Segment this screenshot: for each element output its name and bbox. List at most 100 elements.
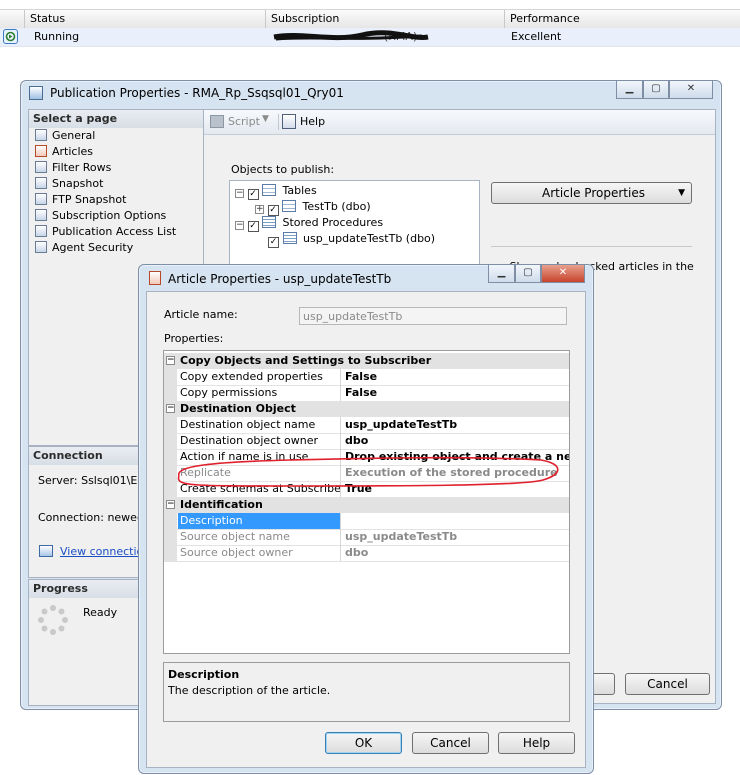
performance-cell: Excellent	[511, 30, 562, 43]
article-window-titlebar[interactable]: Article Properties - usp_updateTestTb ▁ …	[139, 265, 593, 289]
column-header-subscription[interactable]: Subscription	[265, 10, 506, 28]
help-toolbar-button[interactable]: Help	[300, 115, 325, 128]
page-publication-access-list[interactable]: Publication Access List	[35, 224, 176, 240]
property-value[interactable]	[341, 513, 569, 529]
category-label: Identification	[180, 498, 263, 511]
article-properties-window: Article Properties - usp_updateTestTb ▁ …	[138, 264, 594, 774]
script-dropdown-icon[interactable]: ▼	[262, 114, 269, 124]
property-row[interactable]: Destination object owner dbo	[164, 433, 569, 450]
property-value[interactable]: False	[341, 369, 569, 385]
page-agent-security[interactable]: Agent Security	[35, 240, 133, 256]
tree-node-tables[interactable]: − ✓ Tables	[235, 184, 317, 200]
tree-label: Tables	[282, 184, 317, 197]
column-header-performance[interactable]: Performance	[504, 10, 740, 28]
maximize-button[interactable]: ▢	[643, 81, 669, 99]
page-general[interactable]: General	[35, 128, 95, 144]
page-articles[interactable]: Articles	[35, 144, 93, 160]
cancel-button[interactable]: Cancel	[625, 673, 710, 695]
close-button[interactable]: ✕	[541, 265, 585, 283]
article-icon	[149, 271, 161, 285]
page-label: Snapshot	[52, 177, 104, 190]
ftp-icon	[35, 193, 47, 205]
page-ftp-snapshot[interactable]: FTP Snapshot	[35, 192, 126, 208]
collapse-icon[interactable]: −	[235, 221, 244, 230]
collapse-icon[interactable]: −	[166, 404, 175, 413]
procedures-folder-icon	[262, 216, 276, 228]
procedure-icon	[282, 232, 297, 244]
tree-node-usp-updatetesttb[interactable]: ✓ usp_updateTestTb (dbo)	[268, 232, 435, 248]
collapse-icon[interactable]: −	[235, 189, 244, 198]
testtb-checkbox[interactable]: ✓	[267, 205, 279, 216]
property-label: Source object name	[178, 529, 341, 545]
results-grid-header: Status Subscription Performance	[0, 9, 740, 29]
progress-spinner-icon	[38, 605, 68, 635]
tree-node-testtb[interactable]: + ✓ TestTb (dbo)	[255, 200, 371, 216]
category-copy-objects[interactable]: − Copy Objects and Settings to Subscriber	[164, 353, 569, 369]
property-value[interactable]: False	[341, 385, 569, 401]
page-snapshot[interactable]: Snapshot	[35, 176, 103, 192]
close-button[interactable]: ✕	[669, 81, 713, 99]
property-grid[interactable]: − Copy Objects and Settings to Subscriber…	[163, 350, 570, 654]
table-icon	[282, 200, 296, 212]
filter-icon	[35, 161, 47, 173]
property-row[interactable]: Source object owner dbo	[164, 545, 569, 562]
property-label: Destination object name	[178, 417, 341, 433]
divider	[491, 246, 692, 247]
property-row-description[interactable]: Description	[164, 513, 569, 530]
property-label: Source object owner	[178, 545, 341, 561]
property-value[interactable]: dbo	[341, 433, 569, 449]
help-button[interactable]: Help	[498, 732, 575, 754]
category-destination-object[interactable]: − Destination Object	[164, 401, 569, 417]
maximize-button[interactable]: ▢	[515, 265, 541, 283]
property-value[interactable]: usp_updateTestTb	[341, 417, 569, 433]
view-connection-link[interactable]: View connection	[60, 545, 150, 558]
publication-icon	[29, 86, 43, 100]
page-label: FTP Snapshot	[52, 193, 127, 206]
help-icon	[282, 114, 296, 129]
running-status-icon	[3, 29, 18, 44]
minimize-button[interactable]: ▁	[616, 81, 643, 99]
help-box-title: Description	[168, 668, 240, 681]
snapshot-icon	[35, 177, 47, 189]
property-row[interactable]: Destination object name usp_updateTestTb	[164, 417, 569, 434]
collapse-icon[interactable]: −	[166, 356, 175, 365]
status-cell: Running	[34, 30, 80, 43]
category-label: Copy Objects and Settings to Subscriber	[180, 354, 432, 367]
options-icon	[35, 209, 47, 221]
property-value: dbo	[345, 546, 369, 559]
articles-icon	[35, 145, 47, 157]
category-identification[interactable]: − Identification	[164, 497, 569, 513]
security-icon	[35, 241, 47, 253]
page-label: Filter Rows	[52, 161, 112, 174]
property-row[interactable]: Copy extended properties False	[164, 369, 569, 386]
collapse-icon[interactable]: −	[166, 500, 175, 509]
table-row[interactable]: Running (RMA) Excellent	[0, 28, 740, 47]
page-subscription-options[interactable]: Subscription Options	[35, 208, 166, 224]
property-row[interactable]: Source object name usp_updateTestTb	[164, 529, 569, 546]
property-label: Copy extended properties	[178, 369, 341, 385]
page-filter-rows[interactable]: Filter Rows	[35, 160, 111, 176]
usp-checkbox[interactable]: ✓	[268, 237, 279, 248]
window-titlebar[interactable]: Publication Properties - RMA_Rp_Ssqsql01…	[21, 81, 721, 105]
category-label: Destination Object	[180, 402, 296, 415]
article-window-title: Article Properties - usp_updateTestTb	[168, 272, 392, 286]
page-label: General	[52, 129, 96, 142]
tables-checkbox[interactable]: ✓	[247, 189, 259, 200]
cancel-button[interactable]: Cancel	[412, 732, 489, 754]
property-label: Copy permissions	[178, 385, 341, 401]
article-name-field[interactable]	[299, 307, 567, 325]
window-title: Publication Properties - RMA_Rp_Ssqsql01…	[50, 86, 344, 100]
toolbar: Script ▼ Help	[204, 110, 715, 135]
column-header-status[interactable]: Status	[24, 10, 266, 28]
script-button[interactable]: Script	[228, 115, 260, 128]
expand-icon[interactable]: +	[255, 205, 264, 214]
annotation-ellipse	[177, 456, 559, 487]
procedures-checkbox[interactable]: ✓	[247, 221, 259, 232]
ok-button[interactable]: OK	[325, 732, 402, 754]
property-row[interactable]: Copy permissions False	[164, 385, 569, 402]
article-properties-button[interactable]: Article Properties ▼	[491, 182, 692, 204]
minimize-button[interactable]: ▁	[488, 265, 515, 283]
properties-label: Properties:	[164, 332, 224, 345]
page-icon	[35, 129, 47, 141]
tree-node-stored-procedures[interactable]: − ✓ Stored Procedures	[235, 216, 383, 232]
